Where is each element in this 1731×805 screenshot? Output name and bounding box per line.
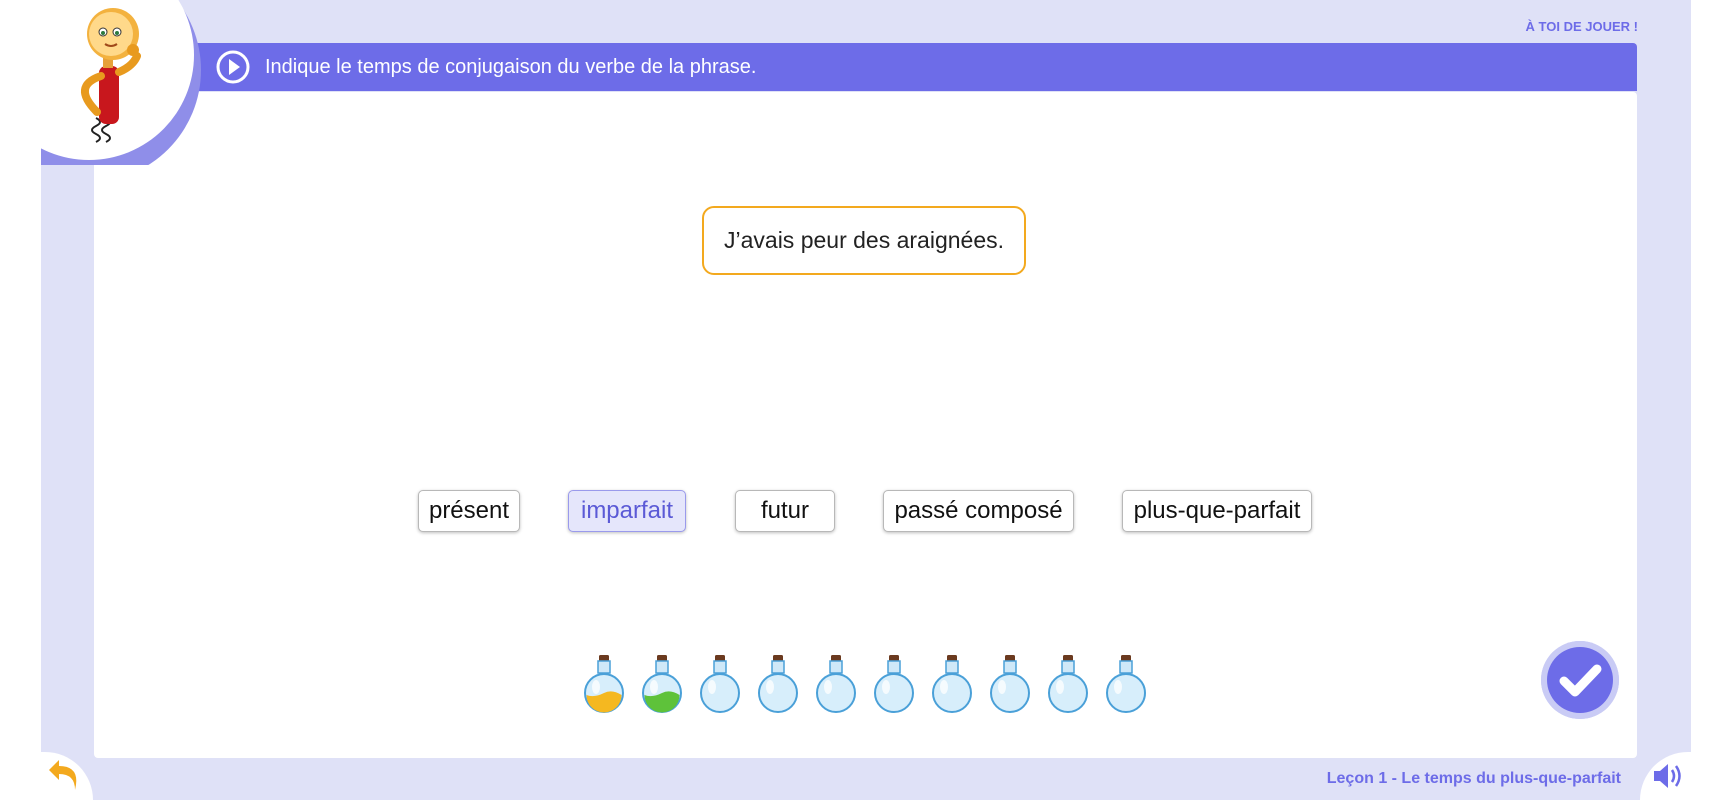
header-label: À TOI DE JOUER ! xyxy=(1525,19,1638,34)
flask-filled-icon xyxy=(584,655,624,713)
choice-label: imparfait xyxy=(580,497,674,524)
speaker-icon xyxy=(1654,764,1681,788)
choice-present[interactable]: présent xyxy=(418,490,520,532)
flask-empty-icon xyxy=(932,655,972,713)
choice-label: futur xyxy=(760,497,810,524)
choice-label: présent xyxy=(428,497,510,524)
flask-empty-icon xyxy=(1106,655,1146,713)
choice-plus-que-parfait[interactable]: plus-que-parfait xyxy=(1122,490,1312,532)
choice-imparfait[interactable]: imparfait xyxy=(568,490,686,532)
back-button[interactable] xyxy=(41,752,93,800)
sound-button[interactable] xyxy=(1640,752,1691,800)
sentence-box: J’avais peur des araignées. xyxy=(702,206,1026,275)
exercise-screen: Indique le temps de conjugaison du verbe… xyxy=(0,0,1731,800)
choice-label: plus-que-parfait xyxy=(1133,497,1301,524)
choice-label: passé composé xyxy=(894,497,1063,524)
play-icon[interactable] xyxy=(216,50,250,84)
lesson-label: Leçon 1 - Le temps du plus-que-parfait xyxy=(1326,770,1621,787)
content-panel xyxy=(94,92,1637,758)
flask-empty-icon xyxy=(874,655,914,713)
back-arrow-icon xyxy=(49,760,77,790)
flask-empty-icon xyxy=(758,655,798,713)
choice-futur[interactable]: futur xyxy=(735,490,835,532)
flask-filled-icon xyxy=(642,655,682,713)
flask-empty-icon xyxy=(700,655,740,713)
mascot-badge xyxy=(41,0,206,165)
instruction-text: Indique le temps de conjugaison du verbe… xyxy=(265,56,757,78)
flask-empty-icon xyxy=(990,655,1030,713)
flask-empty-icon xyxy=(816,655,856,713)
choice-passe-compose[interactable]: passé composé xyxy=(883,490,1074,532)
flask-empty-icon xyxy=(1048,655,1088,713)
validate-button[interactable] xyxy=(1541,641,1619,719)
sentence-text: J’avais peur des araignées. xyxy=(724,227,1004,253)
